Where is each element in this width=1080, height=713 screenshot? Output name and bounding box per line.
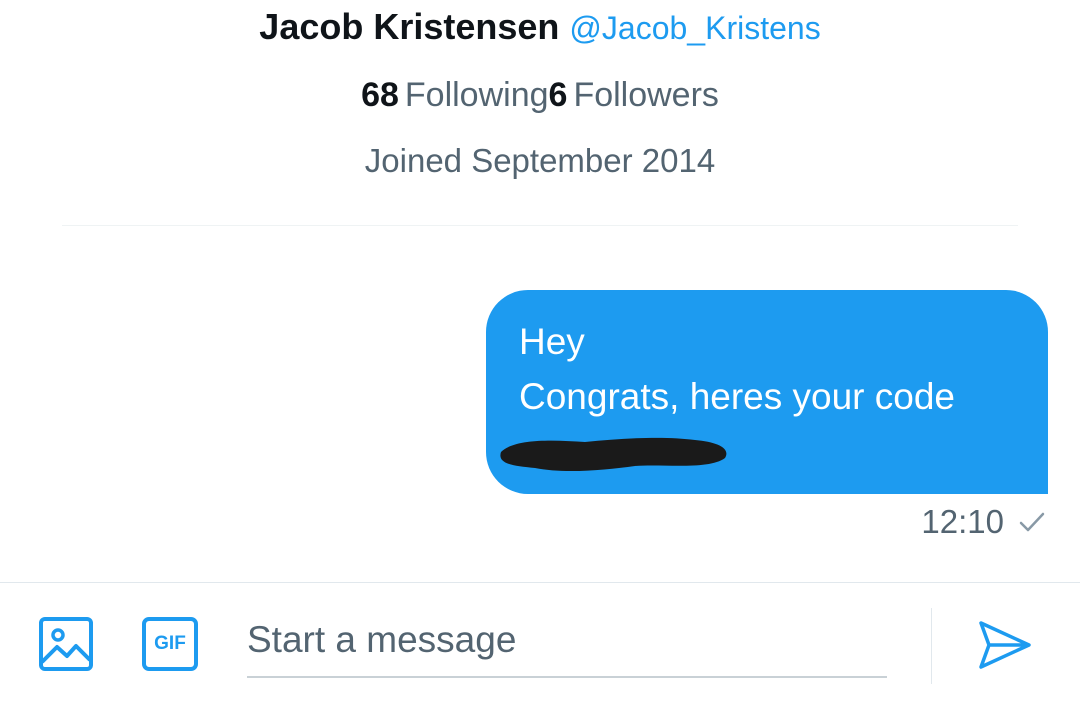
composer-separator [931, 608, 932, 684]
send-button[interactable] [972, 612, 1038, 678]
header-divider [62, 225, 1018, 226]
followers-count: 6 [548, 76, 568, 114]
profile-stats: 68 Following6 Followers [0, 72, 1080, 118]
profile-name-row: Jacob Kristensen @Jacob_Kristens [0, 0, 1080, 62]
following-link[interactable]: 68 Following [361, 76, 548, 114]
send-icon [979, 621, 1031, 669]
profile-joined-date: Joined September 2014 [364, 142, 716, 179]
message-timestamp: 12:10 [921, 503, 1004, 540]
composer-divider [0, 582, 1080, 583]
gif-label: GIF [154, 633, 186, 654]
message-meta: 12:10 [921, 500, 1046, 544]
following-count: 68 [361, 76, 399, 114]
sent-check-icon [1019, 512, 1045, 532]
followers-label: Followers [573, 76, 719, 114]
profile-display-name[interactable]: Jacob Kristensen [259, 6, 559, 47]
message-line: Hey [519, 321, 585, 362]
message-input[interactable] [247, 604, 887, 678]
gif-button[interactable]: GIF [136, 612, 204, 676]
following-label: Following [404, 76, 549, 114]
image-icon [39, 617, 93, 671]
redaction-scribble [500, 437, 727, 472]
message-code [500, 428, 727, 474]
message-bubble-outgoing[interactable]: Hey Congrats, heres your code [486, 290, 1048, 494]
followers-link[interactable]: 6 Followers [549, 76, 719, 114]
add-media-button[interactable] [34, 612, 98, 676]
dm-conversation-screen: Jacob Kristensen @Jacob_Kristens 68 Follow… [0, 0, 1080, 713]
profile-handle[interactable]: @Jacob_Kristens [569, 10, 820, 46]
message-line: Congrats, heres your code [519, 376, 956, 417]
